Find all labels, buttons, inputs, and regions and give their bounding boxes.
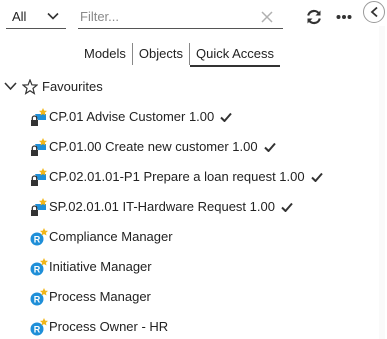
favourite-item-label: CP.01 Advise Customer 1.00	[49, 109, 233, 124]
svg-text:R: R	[34, 325, 41, 335]
favourites-folder[interactable]: Favourites	[0, 76, 360, 98]
favourite-item[interactable]: R Process Manager	[0, 286, 360, 308]
chevron-left-icon	[370, 6, 378, 18]
favourite-item-label: Process Owner - HR	[49, 319, 169, 334]
chevron-down-icon	[47, 12, 59, 20]
clear-icon[interactable]	[260, 10, 274, 24]
view-tabs: Models Objects Quick Access	[78, 43, 281, 67]
tab-quick-access[interactable]: Quick Access	[190, 43, 281, 67]
filter-field	[78, 6, 283, 29]
check-icon	[220, 112, 233, 123]
tab-models[interactable]: Models	[78, 43, 133, 65]
favourite-item[interactable]: CP.01.00 Create new customer 1.00	[0, 136, 360, 158]
check-icon	[281, 202, 293, 213]
more-options-icon[interactable]	[336, 10, 352, 24]
refresh-icon[interactable]	[305, 8, 323, 26]
filter-input[interactable]	[80, 7, 250, 25]
svg-text:R: R	[34, 235, 41, 245]
scope-value: All	[12, 9, 27, 24]
favourite-item-label: Initiative Manager	[49, 259, 152, 274]
role-icon: R	[30, 288, 48, 306]
locked-process-model-icon	[31, 168, 47, 186]
collapse-panel-button[interactable]	[363, 1, 385, 23]
favourite-item[interactable]: CP.01 Advise Customer 1.00	[0, 106, 360, 128]
tab-objects[interactable]: Objects	[133, 43, 190, 65]
scope-dropdown[interactable]: All	[6, 6, 66, 29]
svg-text:R: R	[34, 295, 41, 305]
favourite-item-label: CP.01.00 Create new customer 1.00	[49, 139, 276, 154]
locked-process-model-icon	[31, 108, 47, 126]
svg-text:R: R	[34, 265, 41, 275]
check-icon	[263, 142, 276, 153]
scrollbar[interactable]	[379, 26, 385, 339]
favourites-label: Favourites	[42, 79, 103, 94]
role-icon: R	[30, 258, 48, 276]
favourite-item[interactable]: R Process Owner - HR	[0, 316, 360, 338]
favourite-item[interactable]: R Initiative Manager	[0, 256, 360, 278]
filter-bar: All	[0, 0, 365, 34]
favourite-item-label: Process Manager	[49, 289, 151, 304]
favourite-item-label: Compliance Manager	[49, 229, 173, 244]
chevron-down-icon[interactable]	[4, 81, 17, 91]
star-outline-icon	[22, 79, 38, 95]
favourite-item[interactable]: SP.02.01.01 IT-Hardware Request 1.00	[0, 196, 360, 218]
check-icon	[310, 172, 323, 183]
favourite-item-label: CP.02.01.01-P1 Prepare a loan request 1.…	[49, 169, 323, 184]
favourite-item[interactable]: R Compliance Manager	[0, 226, 360, 248]
role-icon: R	[30, 228, 48, 246]
favourite-item-label: SP.02.01.01 IT-Hardware Request 1.00	[49, 199, 293, 214]
locked-process-model-icon	[31, 198, 47, 216]
locked-process-model-icon	[31, 138, 47, 156]
role-icon: R	[30, 318, 48, 336]
favourite-item[interactable]: CP.02.01.01-P1 Prepare a loan request 1.…	[0, 166, 360, 188]
